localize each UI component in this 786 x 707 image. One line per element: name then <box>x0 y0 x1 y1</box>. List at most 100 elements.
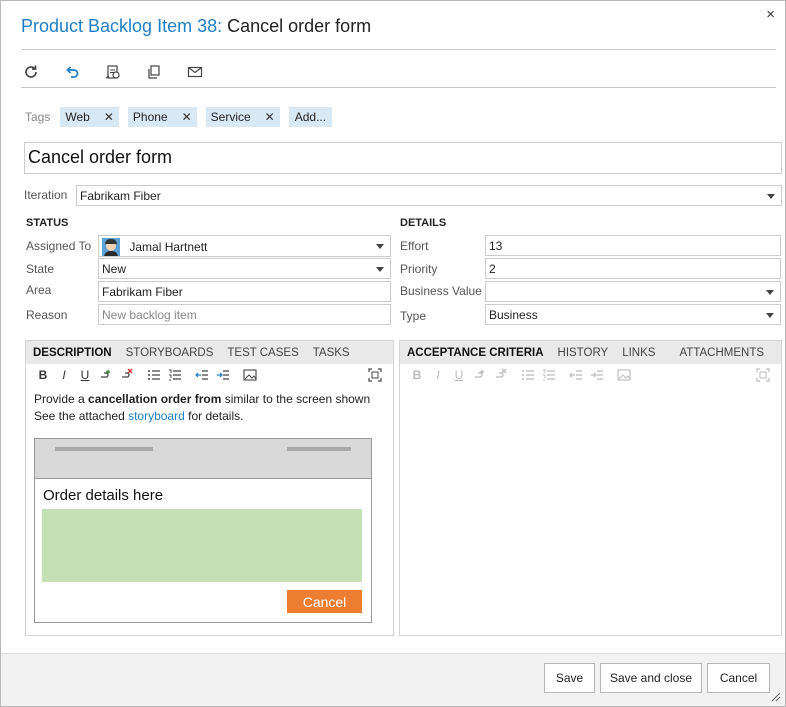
tab-history[interactable]: HISTORY <box>551 347 616 359</box>
business-value-label: Business Value <box>400 284 482 298</box>
cancel-button[interactable]: Cancel <box>707 663 770 693</box>
insert-link-icon[interactable] <box>97 367 115 383</box>
close-icon[interactable]: × <box>766 7 775 23</box>
effort-value: 13 <box>489 239 503 253</box>
remove-tag-icon[interactable]: ✕ <box>265 110 275 124</box>
chevron-down-icon[interactable] <box>767 194 775 199</box>
storyboard-mockup-image: Order details here Cancel <box>34 438 372 623</box>
remove-tag-icon[interactable]: ✕ <box>104 110 114 124</box>
assigned-to-field[interactable]: Jamal Hartnett <box>98 235 391 257</box>
iteration-field[interactable]: Fabrikam Fiber <box>76 185 782 206</box>
desc-text: similar to the screen shown <box>221 392 371 406</box>
bullet-list-icon[interactable] <box>519 367 537 383</box>
reason-field[interactable]: New backlog item <box>98 304 391 325</box>
area-field[interactable]: Fabrikam Fiber <box>98 281 391 302</box>
mockup-header-bar <box>55 447 153 451</box>
work-item-dialog: × Product Backlog Item 38: Cancel order … <box>0 0 786 707</box>
work-item-type-id: Product Backlog Item 38: <box>21 16 223 36</box>
mockup-header-bar <box>287 447 351 451</box>
chevron-down-icon[interactable] <box>766 313 774 318</box>
insert-link-icon[interactable] <box>471 367 489 383</box>
numbered-list-icon[interactable] <box>166 367 184 383</box>
area-value: Fabrikam Fiber <box>102 285 183 299</box>
insert-image-icon[interactable] <box>241 367 259 383</box>
effort-field[interactable]: 13 <box>485 235 781 256</box>
tag-service[interactable]: Service ✕ <box>205 107 280 127</box>
add-tag-button[interactable]: Add... <box>288 107 333 127</box>
tab-acceptance-criteria[interactable]: ACCEPTANCE CRITERIA <box>400 347 551 359</box>
underline-button[interactable]: U <box>76 367 94 383</box>
dialog-title: Product Backlog Item 38: Cancel order fo… <box>21 16 371 37</box>
fullscreen-icon[interactable] <box>754 367 772 383</box>
work-item-title-text: Cancel order form <box>227 16 372 36</box>
assigned-to-value: Jamal Hartnett <box>129 240 208 255</box>
editor-toolbar-disabled: B I U <box>400 364 781 386</box>
desc-text: See the attached <box>34 409 129 423</box>
tag-web[interactable]: Web ✕ <box>60 107 119 127</box>
undo-icon[interactable] <box>62 62 82 82</box>
bold-button[interactable]: B <box>408 367 426 383</box>
numbered-list-icon[interactable] <box>540 367 558 383</box>
indent-icon[interactable] <box>214 367 232 383</box>
remove-link-icon[interactable] <box>492 367 510 383</box>
remove-tag-icon[interactable]: ✕ <box>182 110 192 124</box>
tab-storyboards[interactable]: STORYBOARDS <box>119 347 221 359</box>
iteration-label: Iteration <box>24 188 68 202</box>
outdent-icon[interactable] <box>567 367 585 383</box>
mockup-content-area <box>42 509 362 582</box>
acceptance-panel: ACCEPTANCE CRITERIA HISTORY LINKS ATTACH… <box>399 340 782 636</box>
tab-links[interactable]: LINKS <box>615 347 662 359</box>
reason-value: New backlog item <box>102 308 197 322</box>
priority-label: Priority <box>400 262 438 276</box>
desc-bold-text: cancellation order from <box>88 392 222 406</box>
priority-field[interactable]: 2 <box>485 258 781 279</box>
business-value-field[interactable] <box>485 281 781 302</box>
save-and-close-button[interactable]: Save and close <box>600 663 702 693</box>
details-heading: DETAILS <box>400 217 447 229</box>
save-button[interactable]: Save <box>544 663 595 693</box>
title-field[interactable]: Cancel order form <box>24 142 782 174</box>
mockup-header <box>35 439 371 479</box>
reason-label: Reason <box>26 308 68 322</box>
tag-phone[interactable]: Phone ✕ <box>127 107 197 127</box>
refresh-icon[interactable] <box>21 62 41 82</box>
type-value: Business <box>489 308 538 322</box>
tab-tasks[interactable]: TASKS <box>306 347 357 359</box>
bullet-list-icon[interactable] <box>145 367 163 383</box>
tab-test-cases[interactable]: TEST CASES <box>220 347 305 359</box>
tab-attachments[interactable]: ATTACHMENTS <box>672 347 771 359</box>
type-field[interactable]: Business <box>485 304 781 325</box>
state-field[interactable]: New <box>98 258 391 279</box>
tab-description[interactable]: DESCRIPTION <box>26 347 119 359</box>
toolbar <box>21 61 226 83</box>
copy-icon[interactable] <box>144 62 164 82</box>
description-content[interactable]: Provide a cancellation order from simila… <box>34 391 370 425</box>
iteration-value: Fabrikam Fiber <box>80 189 161 203</box>
fullscreen-icon[interactable] <box>366 367 384 383</box>
resize-grip-icon[interactable] <box>771 692 781 702</box>
insert-image-icon[interactable] <box>615 367 633 383</box>
indent-icon[interactable] <box>588 367 606 383</box>
underline-button[interactable]: U <box>450 367 468 383</box>
outdent-icon[interactable] <box>193 367 211 383</box>
tag-label: Service <box>210 110 251 124</box>
priority-value: 2 <box>489 262 496 276</box>
bold-button[interactable]: B <box>34 367 52 383</box>
divider <box>21 49 776 50</box>
link-work-item-icon[interactable] <box>103 62 123 82</box>
state-label: State <box>26 262 55 276</box>
desc-text: for details. <box>184 409 244 423</box>
storyboard-link[interactable]: storyboard <box>128 409 185 423</box>
mockup-cancel-button: Cancel <box>287 590 362 613</box>
tags-row: Tags Web ✕ Phone ✕ Service ✕ Add... <box>25 107 341 127</box>
effort-label: Effort <box>400 239 429 253</box>
area-label: Area <box>26 283 52 297</box>
italic-button[interactable]: I <box>55 367 73 383</box>
remove-link-icon[interactable] <box>118 367 136 383</box>
italic-button[interactable]: I <box>429 367 447 383</box>
email-icon[interactable] <box>185 62 205 82</box>
chevron-down-icon[interactable] <box>376 267 384 272</box>
chevron-down-icon[interactable] <box>376 244 384 249</box>
chevron-down-icon[interactable] <box>766 290 774 295</box>
editor-toolbar: B I U <box>26 364 393 386</box>
